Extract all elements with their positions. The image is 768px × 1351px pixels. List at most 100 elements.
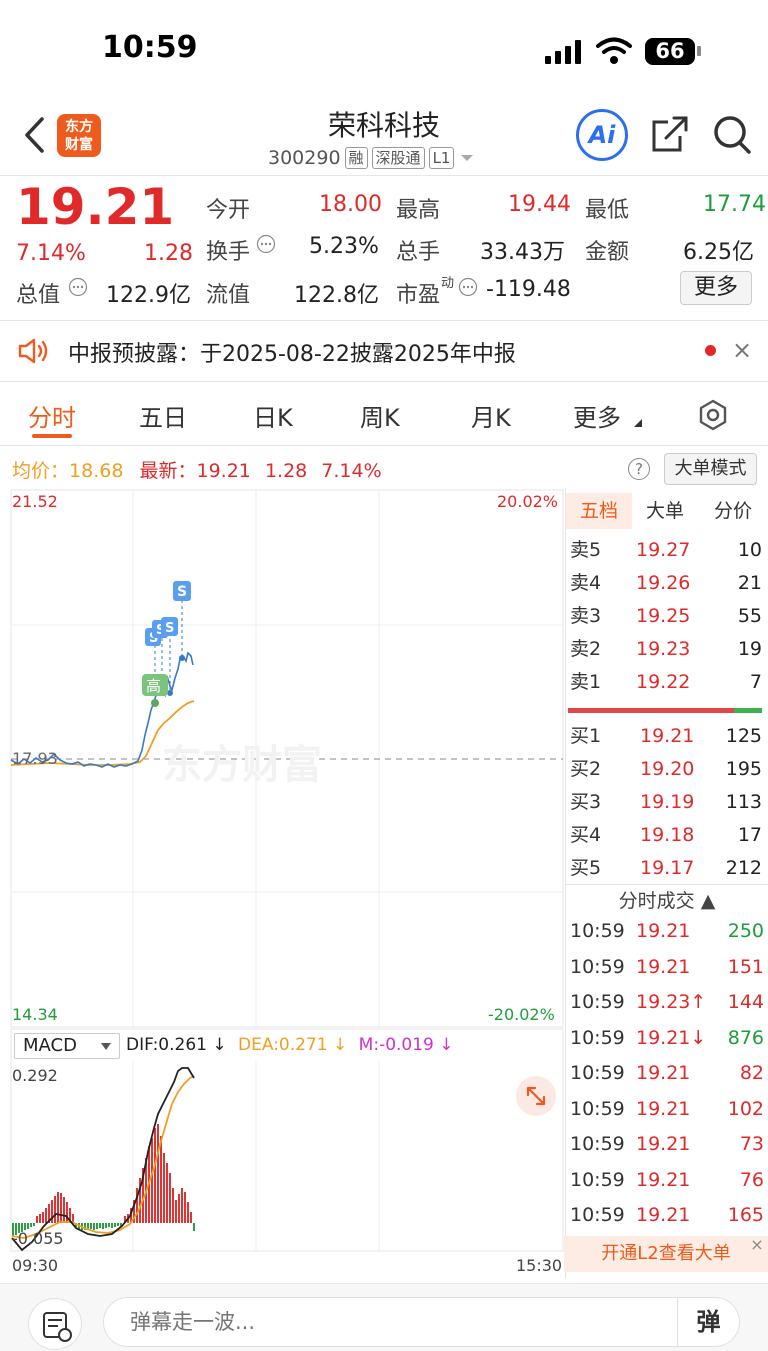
close-icon[interactable]: ×	[732, 336, 752, 364]
info-icon[interactable]	[68, 277, 88, 297]
stock-code-row[interactable]: 300290 融 深股通 L1	[268, 145, 476, 171]
float-label: 流值	[206, 283, 251, 308]
tab-monthly-k[interactable]: 月K	[471, 398, 511, 433]
pe-superscript: 动	[441, 276, 455, 291]
big-order-mode-button[interactable]: 大单模式	[664, 453, 757, 485]
macd-max-label: 0.292	[12, 1066, 58, 1085]
bid-row-1: 买1 19.21 125	[566, 720, 768, 753]
bid-price: 19.19	[640, 791, 695, 813]
change-amount: 1.28	[144, 241, 193, 266]
tab-price-dist[interactable]: 分价	[698, 493, 768, 529]
turnover-value: 5.23%	[309, 234, 379, 259]
bid-row-3: 买3 19.19 113	[566, 786, 768, 819]
close-icon[interactable]: ×	[748, 1236, 766, 1254]
trades-header[interactable]: 分时成交 ▲	[566, 886, 768, 913]
info-icon[interactable]	[458, 277, 478, 297]
svg-text:高: 高	[146, 677, 161, 695]
expand-icon	[526, 1086, 546, 1106]
bid-price: 19.20	[640, 758, 695, 780]
ask-label: 卖5	[570, 539, 602, 561]
share-icon[interactable]	[650, 114, 690, 154]
bid-label: 买2	[570, 758, 602, 780]
chart-watermark: 东方财富	[162, 742, 322, 788]
trade-row: 10:59 19.21 165	[566, 1198, 768, 1233]
comment-list-button[interactable]	[28, 1298, 82, 1350]
avg-value: 18.68	[69, 460, 124, 482]
high-marker: 高	[142, 674, 168, 696]
ask-price: 19.26	[636, 572, 691, 594]
search-icon[interactable]	[712, 114, 752, 156]
info-icon[interactable]	[256, 234, 276, 254]
indicator-select-label: MACD	[23, 1035, 77, 1056]
intraday-chart[interactable]: 东方财富 S S S S 高	[0, 488, 566, 1283]
ask-row-5: 卖5 19.27 10	[566, 534, 768, 567]
trade-marker-s[interactable]: S	[173, 581, 191, 601]
bid-volume: 125	[725, 725, 762, 747]
tab-more[interactable]: 更多	[573, 398, 621, 433]
y-ref-label: 17.93	[12, 749, 58, 768]
trade-row: 10:59 19.21↓ 876	[566, 1021, 768, 1056]
trade-row: 10:59 19.21 151	[566, 950, 768, 985]
macd-values: DIF:0.261 ↓ DEA:0.271 ↓ M:-0.019 ↓	[126, 1035, 454, 1055]
tab-daily-k[interactable]: 日K	[253, 398, 293, 433]
tab-five-level[interactable]: 五档	[566, 493, 632, 529]
ask-price: 19.25	[636, 605, 691, 627]
latest-value: 19.21	[196, 460, 251, 482]
bid-price: 19.21	[640, 725, 695, 747]
ask-label: 卖3	[570, 605, 602, 627]
trade-time: 10:59	[570, 1168, 625, 1191]
gear-icon[interactable]	[697, 399, 729, 431]
help-icon[interactable]: ?	[628, 458, 650, 480]
more-button[interactable]: 更多	[680, 271, 752, 305]
danmu-toggle-button[interactable]: 弹	[678, 1297, 740, 1347]
latest-change: 1.28	[264, 460, 308, 482]
current-price: 19.21	[16, 178, 175, 236]
expand-button[interactable]	[516, 1076, 556, 1116]
indicator-select[interactable]: MACD	[14, 1033, 120, 1059]
bid-volume: 113	[725, 791, 762, 813]
announcement-text[interactable]: 中报预披露：于2025-08-22披露2025年中报	[68, 336, 516, 368]
comment-input[interactable]	[103, 1297, 678, 1347]
trade-row: 10:59 19.21 76	[566, 1163, 768, 1198]
ai-button[interactable]: Ai	[576, 109, 628, 161]
price-info-row: 均价：18.68 最新：19.21 1.28 7.14%	[12, 456, 382, 483]
svg-text:S: S	[177, 584, 187, 600]
volume-label: 总手	[396, 240, 441, 265]
divider	[0, 381, 768, 382]
tab-weekly-k[interactable]: 周K	[360, 398, 400, 433]
corner-triangle-icon	[634, 419, 642, 427]
dif-value: 0.261	[158, 1035, 207, 1055]
x-start-label: 09:30	[12, 1256, 59, 1275]
bid-price: 19.17	[640, 857, 695, 879]
trade-marker-s[interactable]: S	[161, 617, 178, 636]
trade-price: 19.21	[636, 1133, 691, 1155]
divider	[0, 445, 768, 446]
tab-five-day[interactable]: 五日	[139, 398, 187, 433]
bid-volume: 212	[725, 857, 762, 879]
x-end-label: 15:30	[516, 1256, 563, 1275]
trade-price: 19.21	[636, 1168, 691, 1191]
amount-value: 6.25亿	[683, 240, 754, 265]
trade-volume: 144	[727, 991, 764, 1013]
trade-volume: 250	[727, 920, 764, 942]
trade-price: 19.21	[636, 955, 691, 978]
ask-price: 19.23	[636, 638, 691, 660]
signal-icon	[545, 40, 585, 64]
ask-price: 19.22	[636, 671, 691, 693]
bid-price: 19.18	[640, 824, 695, 846]
trade-time: 10:59	[570, 1133, 625, 1155]
l2-upgrade-banner[interactable]: 开通L2查看大单	[564, 1236, 768, 1272]
trade-time: 10:59	[570, 1062, 625, 1084]
divider	[0, 175, 768, 176]
ask-price: 19.27	[636, 539, 691, 561]
trade-price: 19.21	[636, 1062, 691, 1084]
tab-intraday[interactable]: 分时	[28, 398, 76, 433]
trade-row: 10:59 19.21 102	[566, 1092, 768, 1127]
dropdown-icon[interactable]	[458, 151, 476, 165]
tab-big-order[interactable]: 大单	[632, 493, 698, 529]
panel-tabs: 五档 大单 分价	[566, 493, 768, 529]
float-value: 122.8亿	[294, 283, 379, 308]
ask-volume: 19	[737, 638, 762, 660]
ask-volume: 7	[749, 671, 762, 693]
trade-row: 10:59 19.21 82	[566, 1056, 768, 1091]
